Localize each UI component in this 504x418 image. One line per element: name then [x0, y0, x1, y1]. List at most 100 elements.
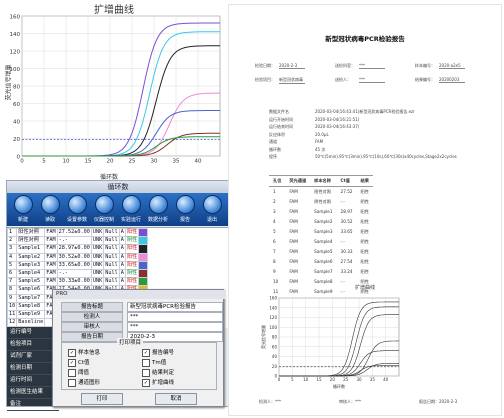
print-option-checkbox[interactable]: ✓ Ct值 [68, 358, 90, 367]
toolbar-button-5[interactable]: 实验运行 [118, 195, 144, 225]
run-icon [121, 195, 141, 214]
print-option-checkbox[interactable]: ✓ 样本信息 [68, 348, 100, 357]
toolbar-button-3[interactable]: 设置参数 [64, 195, 90, 225]
report-table-row: 8 FAM Sample6 27.54 阳性 [269, 257, 373, 267]
y-tick-label: 100 [10, 67, 21, 73]
table-row[interactable]: 6 Sample4 FAM -.- UNK Null A 阴性 [6, 268, 149, 279]
new-file-icon [13, 195, 33, 214]
table-cell: UNK [90, 227, 105, 238]
report-table-row: 2 FAM 阴性对照 -.- 阴性 [269, 197, 373, 207]
report-table-cell: 阳性 [360, 209, 369, 214]
table-cell: Sample1 [16, 244, 46, 254]
table-cell: 28.97±0.00 [56, 244, 92, 254]
report-table-cell: 阴性 [360, 199, 369, 204]
x-tick-label: 10 [63, 159, 70, 165]
print-option-checkbox[interactable]: 阈值 [68, 368, 89, 377]
report-detail-value: 20.0μL [315, 131, 329, 137]
report-table-cell: 30.33 [340, 249, 353, 254]
report-detail-label: 数据文件名 [269, 109, 289, 114]
table-row[interactable]: 7 Sample5 FAM 30.33±0.00 UNK Null A 阳性 [6, 277, 149, 287]
report-y-tick-label: 140 [269, 305, 277, 310]
table-cell: 5 [6, 260, 18, 270]
table-cell: 10 [6, 301, 18, 311]
reviewer-input[interactable]: *** [127, 322, 223, 332]
report-field-label: 检验项目： [255, 77, 275, 82]
table-cell: Null [103, 252, 120, 262]
toolbar-button-label: 读取 [44, 217, 55, 223]
table-row[interactable]: 2 阴性对照 FAM -.- UNK Null A 阴性 [6, 236, 149, 246]
inspector-label: 检测人 [61, 312, 123, 322]
table-cell: Sample7 [16, 293, 46, 303]
report-x-tick-label: 25 [343, 377, 349, 382]
table-cell: 30.52±0.00 [56, 252, 92, 262]
report-x-tick-label: 40 [383, 377, 389, 382]
table-cell: 6 [6, 268, 18, 279]
report-table-cell: 阳性 [360, 219, 369, 224]
x-tick-label: 40 [195, 159, 202, 165]
window-title: 循环数 [7, 181, 229, 193]
report-y-tick-label: 100 [269, 325, 277, 330]
color-swatch [138, 244, 149, 254]
report-table-cell: 27.54 [340, 259, 353, 264]
report-detail-value: 2020-03-04(16:43:37) [315, 124, 360, 129]
print-option-checkbox[interactable]: ✓ 报告编号 [142, 348, 174, 357]
report-title: 新型冠状病毒PCR检验报告 [325, 35, 405, 43]
analysis-icon [148, 195, 168, 214]
table-row[interactable]: 1 阳性对照 FAM 27.52±0.00 UNK Null A 阳性 [6, 227, 149, 238]
table-cell: 11 [6, 309, 18, 320]
pcr-report-page: 新型冠状病毒PCR检验报告 检验日期： 2020-2-3 送检科室： *** 样本编号：… [228, 4, 502, 416]
report-detail-label: 程序 [269, 154, 277, 159]
toolbar-button-label: 仪器控制 [93, 217, 114, 223]
report-title-input[interactable]: 新型冠状病毒PCR检验报告 [127, 302, 223, 312]
table-row[interactable]: 4 Sample2 FAM 30.52±0.00 UNK Null A 阳性 [6, 252, 149, 262]
report-field-label: 检验日期： [255, 63, 275, 68]
report-table-cell: 8 [273, 259, 276, 264]
table-cell: FAM [44, 260, 58, 270]
report-table-row: 6 FAM Sample4 -.- 阴性 [269, 237, 373, 247]
y-tick-label: 160 [10, 14, 21, 20]
table-cell: Sample3 [16, 260, 46, 270]
toolbar-button-4[interactable]: 仪器控制 [91, 195, 117, 225]
report-field-label: 结果编号： [415, 77, 435, 82]
x-tick-label: 25 [129, 159, 136, 165]
table-cell: 9 [6, 293, 18, 303]
report-table-header: 孔位 荧光通道 样本名称 Ct值 结果 [269, 175, 373, 187]
table-row[interactable]: 5 Sample3 FAM 33.65±0.00 UNK Null A 阳性 [6, 260, 149, 270]
report-date-label: 报告日期 [61, 332, 123, 342]
toolbar-button-8[interactable]: 退出 [199, 195, 225, 225]
x-tick-label: 0 [20, 159, 24, 165]
print-option-checkbox[interactable]: ✓ 扩增曲线 [142, 378, 174, 387]
inspector-input[interactable]: *** [127, 312, 223, 322]
checked-icon: ✓ [68, 348, 76, 357]
print-option-checkbox[interactable]: 结果判定 [142, 368, 174, 377]
table-cell: 27.52±0.00 [56, 227, 92, 238]
toolbar-button-2[interactable]: 读取 [37, 195, 63, 225]
table-cell: FAM [44, 227, 58, 238]
table-cell: 阴性对照 [16, 236, 46, 246]
cancel-button[interactable]: 取消 [155, 393, 197, 405]
table-cell: Sample5 [16, 277, 46, 287]
print-button[interactable]: 打印 [81, 393, 123, 405]
report-table-cell: FAM [289, 259, 298, 264]
table-cell: Sample2 [16, 252, 46, 262]
print-option-label: 结果判定 [152, 370, 175, 376]
table-row[interactable]: 3 Sample1 FAM 28.97±0.00 UNK Null A 阳性 [6, 244, 149, 254]
report-table-cell: FAM [289, 249, 298, 254]
toolbar-button-7[interactable]: 报告 [172, 195, 198, 225]
print-option-checkbox[interactable]: 通道图形 [68, 378, 100, 387]
table-cell: Sample8 [16, 301, 46, 311]
amplification-chart: 0 5 10 15 20 25 30 35 40 0 20 40 60 80 100 120 140 160 [10, 14, 221, 165]
report-table-cell: 阳性 [360, 229, 369, 234]
report-table-cell: FAM [289, 229, 298, 234]
table-cell: 阳性 [124, 227, 140, 238]
report-table-cell: Sample5 [314, 249, 333, 254]
x-tick-label: 20 [107, 159, 114, 165]
table-cell: Null [103, 236, 120, 246]
print-option-checkbox[interactable]: Tm值 [142, 358, 166, 367]
report-table-row: 9 FAM Sample7 33.24 阳性 [269, 267, 373, 277]
toolbar-button-1[interactable]: 新建 [10, 195, 36, 225]
report-detail-label: 运行开始时间 [269, 116, 293, 122]
table-cell: 1 [6, 227, 18, 238]
report-table-cell: 6 [273, 239, 276, 244]
toolbar-button-6[interactable]: 数据分析 [145, 195, 171, 225]
